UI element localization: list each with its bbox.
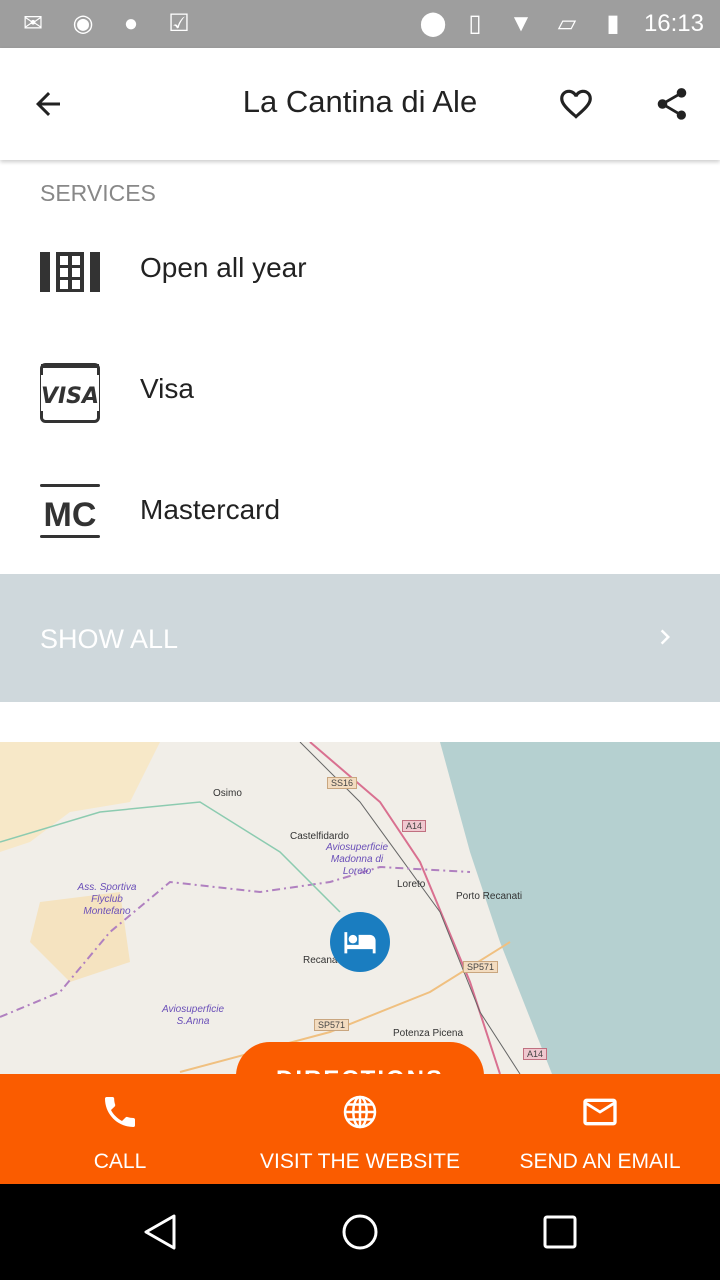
navigation-bar (0, 1184, 720, 1280)
app-bar: La Cantina di Ale (0, 48, 720, 160)
mail-icon (583, 1098, 617, 1126)
airfield-label: Aviosuperficie S.Anna (161, 1004, 225, 1027)
clipboard-check-icon: ☑ (168, 10, 190, 37)
vibrate-icon: ▯ (468, 10, 482, 37)
call-button[interactable]: CALL (0, 1074, 240, 1184)
service-label: Mastercard (140, 494, 281, 525)
location-marker[interactable] (330, 912, 390, 972)
visit-website-button[interactable]: VISIT THE WEBSITE (240, 1074, 480, 1184)
service-item-visa: VISA Visa (0, 333, 720, 453)
map-view[interactable]: Osimo Castelfidardo Loreto Porto Recanat… (0, 742, 720, 1074)
gmail-icon: ✉ (22, 10, 44, 37)
page-title: La Cantina di Ale (242, 84, 478, 119)
home-nav-icon[interactable] (340, 1212, 380, 1252)
svg-text:MC: MC (44, 496, 97, 534)
map-label: Osimo (213, 788, 242, 799)
svg-text:VISA: VISA (41, 384, 99, 409)
service-label: Visa (140, 373, 194, 404)
chevron-right-icon (650, 622, 680, 652)
services-heading: SERVICES (40, 180, 156, 206)
location-icon: ⬤ (419, 10, 447, 37)
android-icon: ● (123, 10, 139, 37)
show-all-button[interactable]: SHOW ALL (0, 574, 720, 702)
service-item-open-all-year: Open all year (0, 212, 720, 332)
phone-icon (105, 1097, 135, 1127)
airfield-label: Aviosuperficie Madonna di Loreto (325, 842, 389, 877)
send-email-label: SEND AN EMAIL (519, 1150, 681, 1173)
road-shield: SP571 (463, 961, 499, 973)
show-all-label: SHOW ALL (40, 624, 179, 654)
action-bar: CALL VISIT THE WEBSITE SEND AN EMAIL (0, 1074, 720, 1184)
no-sim-icon: ▱ (557, 10, 577, 37)
road-shield: SS16 (327, 777, 358, 789)
visit-website-label: VISIT THE WEBSITE (260, 1150, 460, 1173)
airfield-label: Ass. Sportiva Flyclub Montefano (77, 882, 137, 917)
back-nav-icon[interactable] (140, 1212, 180, 1252)
map-label: Castelfidardo (290, 831, 349, 842)
mastercard-icon: MC (40, 484, 100, 544)
battery-charging-icon: ▮ (606, 10, 620, 37)
calendar-grid-icon (40, 242, 100, 302)
service-item-mastercard: MC Mastercard (0, 454, 720, 574)
clock: 16:13 (643, 10, 704, 37)
road-shield: A14 (523, 1048, 548, 1060)
road-shield: SP571 (314, 1019, 350, 1031)
send-email-button[interactable]: SEND AN EMAIL (480, 1074, 720, 1184)
map-label: Loreto (397, 879, 426, 890)
directions-button[interactable]: DIRECTIONS (236, 1042, 484, 1074)
share-icon[interactable] (648, 80, 696, 128)
recents-nav-icon[interactable] (540, 1212, 580, 1252)
bed-icon (344, 932, 376, 954)
visa-card-icon: VISA (40, 363, 100, 423)
map-label: Porto Recanati (456, 891, 523, 902)
status-bar: ✉ ◉ ● ☑ ⬤ ▯ ▼ ▱ ▮ 16:13 (0, 0, 720, 48)
map-label: Potenza Picena (393, 1028, 464, 1039)
heart-outline-icon[interactable] (552, 80, 600, 128)
disc-icon: ◉ (72, 10, 94, 37)
call-label: CALL (93, 1150, 147, 1173)
wifi-icon: ▼ (509, 10, 533, 37)
road-shield: A14 (402, 820, 427, 832)
service-label: Open all year (140, 252, 307, 283)
globe-icon (343, 1095, 377, 1129)
